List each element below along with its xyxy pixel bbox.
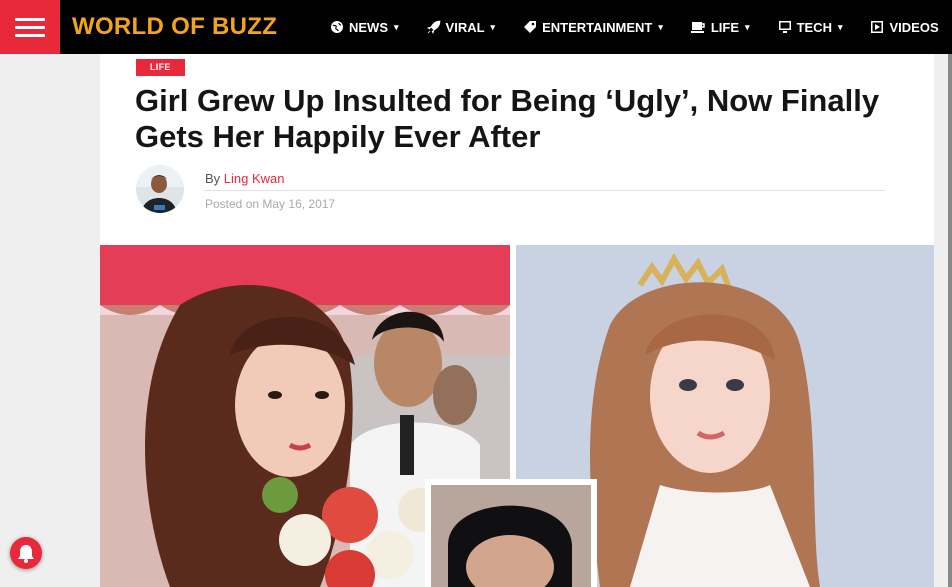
article-hero-image[interactable] <box>100 245 934 587</box>
tag-icon <box>524 21 537 33</box>
main-nav: NEWS ▾ VIRAL ▾ ENTERTAINMENT ▾ LIFE ▾ TECH ▾ … <box>330 0 952 54</box>
top-navigation-bar: WORLD OF BUZZ NEWS ▾ VIRAL ▾ ENTERTAINMENT… <box>0 0 952 54</box>
nav-item-videos[interactable]: VIDEOS <box>870 19 939 35</box>
menu-hamburger-icon[interactable] <box>0 0 60 54</box>
coffee-cup-icon <box>690 22 705 33</box>
nav-item-viral[interactable]: VIRAL ▾ <box>426 19 496 35</box>
notification-bell-icon[interactable] <box>10 537 42 569</box>
byline: By Ling Kwan <box>205 171 285 186</box>
posted-date-value: May 16, 2017 <box>262 197 336 211</box>
chevron-down-icon: ▾ <box>394 21 399 32</box>
chevron-down-icon: ▾ <box>745 21 750 32</box>
nav-item-life[interactable]: LIFE ▾ <box>690 19 750 35</box>
category-badge[interactable]: LIFE <box>136 59 185 76</box>
chevron-down-icon: ▾ <box>837 21 843 32</box>
nav-item-label: VIRAL <box>445 19 485 35</box>
author-avatar[interactable] <box>136 165 184 213</box>
nav-item-label: LIFE <box>710 19 740 35</box>
nav-item-label: NEWS <box>349 19 388 35</box>
chevron-down-icon: ▾ <box>490 21 496 32</box>
nav-item-tech[interactable]: TECH ▾ <box>778 19 843 35</box>
article-header: LIFE Girl Grew Up Insulted for Being ‘Ug… <box>100 54 934 245</box>
byline-divider <box>204 190 885 191</box>
rocket-icon <box>426 20 440 34</box>
posted-prefix: Posted on <box>205 197 260 211</box>
nav-item-entertainment[interactable]: ENTERTAINMENT ▾ <box>523 20 663 35</box>
desktop-icon <box>778 21 791 33</box>
post-date: Posted on May 16, 2017 <box>205 197 335 211</box>
site-logo[interactable]: WORLD OF BUZZ <box>72 9 277 45</box>
globe-icon <box>331 21 343 33</box>
nav-item-label: VIDEOS <box>889 19 939 35</box>
nav-item-news[interactable]: NEWS ▾ <box>330 20 399 35</box>
byline-prefix: By <box>205 171 221 186</box>
chevron-down-icon: ▾ <box>658 21 663 32</box>
author-link[interactable]: Ling Kwan <box>224 171 285 186</box>
nav-item-label: TECH <box>796 19 832 35</box>
video-icon <box>871 21 884 33</box>
sidebar-edge <box>948 54 952 587</box>
nav-item-label: ENTERTAINMENT <box>542 19 653 35</box>
article-title: Girl Grew Up Insulted for Being ‘Ugly’, … <box>135 83 880 154</box>
